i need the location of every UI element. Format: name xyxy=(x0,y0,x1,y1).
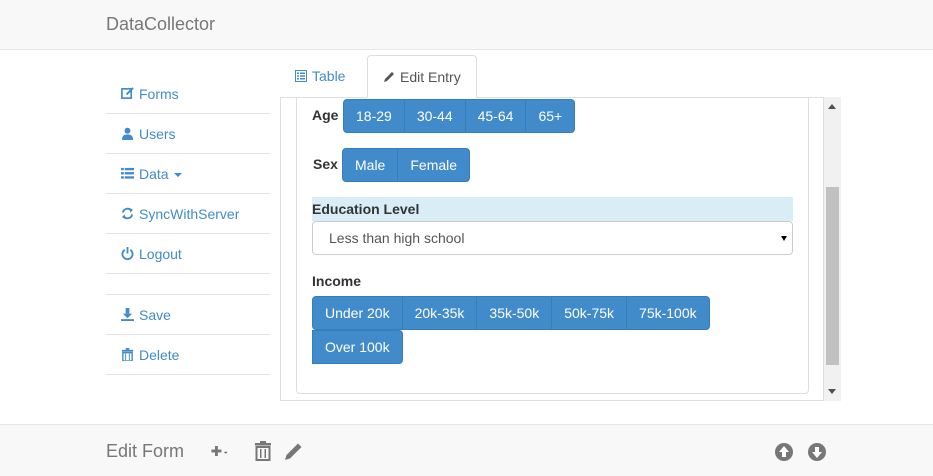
add-dropdown-icon[interactable] xyxy=(210,441,230,461)
pencil-icon xyxy=(384,71,394,82)
sidebar-item-save[interactable]: Save xyxy=(106,295,270,335)
pencil-icon[interactable] xyxy=(284,441,304,461)
refresh-icon xyxy=(121,207,134,220)
sidebar-item-delete[interactable]: Delete xyxy=(106,335,270,375)
scroll-down-arrow-icon[interactable] xyxy=(828,389,836,394)
sidebar-item-label: Users xyxy=(139,125,176,142)
footer-title: Edit Form xyxy=(106,441,185,461)
sidebar: Forms Users Data SyncWithServer Logout S… xyxy=(106,74,270,375)
scrollbar-thumb[interactable] xyxy=(826,187,839,365)
power-icon xyxy=(121,247,134,260)
trash-icon xyxy=(121,348,134,361)
education-selected-value: Less than high school xyxy=(329,230,465,246)
sex-options: Male Female xyxy=(342,148,471,182)
list-icon xyxy=(121,167,134,179)
edit-icon xyxy=(121,87,134,99)
income-option-button[interactable]: 75k-100k xyxy=(626,296,710,330)
tab-label: Edit Entry xyxy=(400,68,461,85)
age-option-button[interactable]: 65+ xyxy=(525,99,576,133)
caret-down-icon xyxy=(173,172,182,177)
sex-option-button[interactable]: Male xyxy=(342,148,399,182)
income-option-button[interactable]: 50k-75k xyxy=(551,296,628,330)
sidebar-item-forms[interactable]: Forms xyxy=(106,74,270,114)
education-select[interactable]: Less than high school xyxy=(312,221,793,255)
footer-bar: Edit Form xyxy=(0,424,933,476)
tab-label: Table xyxy=(312,68,346,84)
sex-label: Sex xyxy=(313,156,338,172)
sidebar-item-label: SyncWithServer xyxy=(139,205,240,222)
scroll-up-arrow-icon[interactable] xyxy=(828,104,836,109)
top-navbar: DataCollector xyxy=(0,0,933,50)
form-panel: Age 18-29 30-44 45-64 65+ Sex Male Femal… xyxy=(280,97,824,401)
tab-table[interactable]: Table xyxy=(280,55,360,97)
sidebar-divider xyxy=(106,274,270,295)
age-option-button[interactable]: 18-29 xyxy=(343,99,405,133)
income-options: Under 20k 20k-35k 35k-50k 50k-75k 75k-10… xyxy=(312,296,710,330)
sidebar-item-label: Delete xyxy=(139,346,180,363)
sidebar-item-data[interactable]: Data xyxy=(106,154,270,194)
age-option-button[interactable]: 30-44 xyxy=(403,99,466,133)
age-label: Age xyxy=(312,107,339,123)
income-label: Income xyxy=(312,273,362,289)
scrollbar[interactable] xyxy=(824,97,841,401)
app-brand[interactable]: DataCollector xyxy=(106,14,215,35)
sidebar-item-logout[interactable]: Logout xyxy=(106,234,270,274)
list-alt-icon xyxy=(295,70,307,82)
age-options: 18-29 30-44 45-64 65+ xyxy=(343,99,576,133)
education-label-text: Education Level xyxy=(312,201,420,217)
education-label: Education Level xyxy=(312,197,793,221)
dropdown-arrow-icon xyxy=(781,236,787,241)
age-option-button[interactable]: 45-64 xyxy=(464,99,527,133)
income-option-button[interactable]: Under 20k xyxy=(312,296,403,330)
sex-option-button[interactable]: Female xyxy=(397,148,471,182)
income-option-button[interactable]: Over 100k xyxy=(312,330,403,364)
move-down-icon[interactable] xyxy=(807,442,827,462)
sidebar-item-users[interactable]: Users xyxy=(106,114,270,154)
trash-icon[interactable] xyxy=(253,441,273,461)
income-option-button[interactable]: 20k-35k xyxy=(401,296,478,330)
move-up-icon[interactable] xyxy=(774,442,794,462)
sidebar-item-label: Save xyxy=(139,306,171,323)
income-option-button[interactable]: 35k-50k xyxy=(476,296,553,330)
tab-edit-entry[interactable]: Edit Entry xyxy=(367,55,477,98)
tab-bar: Table Edit Entry xyxy=(280,55,840,98)
sidebar-item-syncwithserver[interactable]: SyncWithServer xyxy=(106,194,270,234)
income-options-row2: Over 100k xyxy=(312,330,403,364)
sidebar-item-label: Forms xyxy=(139,85,179,102)
sidebar-item-label: Data xyxy=(139,165,169,182)
form-body: Age 18-29 30-44 45-64 65+ Sex Male Femal… xyxy=(296,97,809,394)
sidebar-item-label: Logout xyxy=(139,245,182,262)
user-icon xyxy=(121,127,134,140)
download-icon xyxy=(121,308,134,321)
